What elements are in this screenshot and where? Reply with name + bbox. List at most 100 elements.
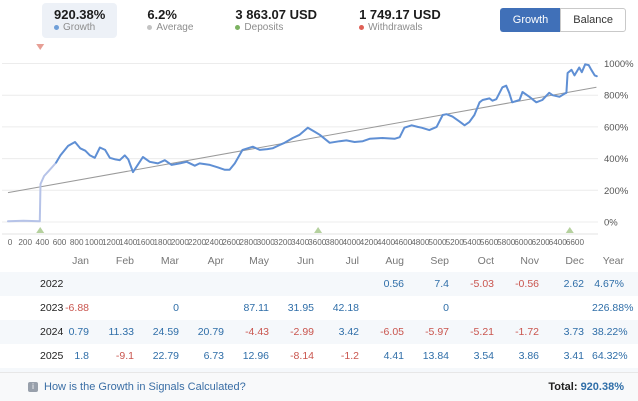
month-cell-2024-nov: -1.72 xyxy=(502,320,547,344)
month-cell-2025-jul: -1.2 xyxy=(322,344,367,368)
stat-growth[interactable]: 920.38% Growth xyxy=(42,3,117,38)
month-cell-2024-jul: 3.42 xyxy=(322,320,367,344)
month-cell-2025-oct: 3.54 xyxy=(457,344,502,368)
withdrawals-dot-icon xyxy=(359,25,364,30)
month-cell-2024-feb: 11.33 xyxy=(97,320,142,344)
stat-deposits[interactable]: 3 863.07 USD Deposits xyxy=(223,3,329,38)
month-cell-2023-may: 87.11 xyxy=(232,296,277,320)
info-icon: i xyxy=(28,382,38,392)
x-tick-label: 2200 xyxy=(188,238,207,247)
x-tick-label: 0 xyxy=(8,238,13,247)
month-cell-2025-apr: 6.73 xyxy=(187,344,232,368)
month-cell-2025-aug: 4.41 xyxy=(367,344,412,368)
month-cell-2023-feb xyxy=(97,296,142,320)
month-cell-2023-oct xyxy=(457,296,502,320)
x-tick-label: 4600 xyxy=(394,238,413,247)
year-total-cell-2024: 38.22% xyxy=(592,320,638,344)
x-tick-label: 200 xyxy=(18,238,32,247)
year-cell: 2022 xyxy=(0,272,52,296)
year-total-cell-2022: 4.67% xyxy=(592,272,638,296)
table-row-2022: 20220.567.4-5.03-0.562.624.67% xyxy=(0,272,638,296)
x-tick-label: 5000 xyxy=(428,238,447,247)
x-tick-label: 6400 xyxy=(549,238,568,247)
y-tick-label: 1000% xyxy=(604,59,634,70)
total-label: Total: xyxy=(548,381,577,393)
month-cell-2024-sep: -5.97 xyxy=(412,320,457,344)
year-cell: 2023 xyxy=(0,296,52,320)
x-tick-label: 4000 xyxy=(342,238,361,247)
month-cell-2022-feb xyxy=(97,272,142,296)
month-cell-2023-dec xyxy=(547,296,592,320)
x-tick-label: 800 xyxy=(70,238,84,247)
year-total-cell-2023: 226.88% xyxy=(592,296,638,320)
y-tick-label: 600% xyxy=(604,122,629,133)
column-header-dec: Dec xyxy=(547,250,592,272)
month-cell-2022-aug: 0.56 xyxy=(367,272,412,296)
month-cell-2024-mar: 24.59 xyxy=(142,320,187,344)
month-cell-2025-sep: 13.84 xyxy=(412,344,457,368)
x-tick-label: 1600 xyxy=(136,238,155,247)
column-header-sep: Sep xyxy=(412,250,457,272)
chart-mode-toggle: Growth Balance xyxy=(500,8,626,32)
x-tick-label: 1400 xyxy=(119,238,138,247)
x-tick-label: 5600 xyxy=(480,238,499,247)
average-value: 6.2% xyxy=(147,7,193,22)
stat-average[interactable]: 6.2% Average xyxy=(135,3,205,38)
deposit-marker-icon[interactable] xyxy=(566,227,574,233)
x-tick-label: 2400 xyxy=(205,238,224,247)
month-cell-2022-jul xyxy=(322,272,367,296)
withdrawal-marker-icon[interactable] xyxy=(36,44,44,50)
month-cell-2023-mar: 0 xyxy=(142,296,187,320)
month-cell-2024-apr: 20.79 xyxy=(187,320,232,344)
footer-bar: i How is the Growth in Signals Calculate… xyxy=(0,372,638,401)
month-cell-2023-aug xyxy=(367,296,412,320)
average-dot-icon xyxy=(147,25,152,30)
month-cell-2022-apr xyxy=(187,272,232,296)
x-tick-label: 4400 xyxy=(377,238,396,247)
month-cell-2022-jun xyxy=(277,272,322,296)
table-row-2024: 20240.7911.3324.5920.79-4.43-2.993.42-6.… xyxy=(0,320,638,344)
growth-help-link[interactable]: i How is the Growth in Signals Calculate… xyxy=(28,381,246,393)
month-cell-2025-may: 12.96 xyxy=(232,344,277,368)
year-column-header xyxy=(0,250,52,272)
x-tick-label: 3600 xyxy=(308,238,327,247)
growth-help-link-label: How is the Growth in Signals Calculated? xyxy=(44,381,246,393)
total-summary: Total: 920.38% xyxy=(548,381,624,393)
stats-header: 920.38% Growth 6.2% Average 3 863.07 USD… xyxy=(0,0,638,40)
deposit-marker-icon[interactable] xyxy=(36,227,44,233)
x-tick-label: 2800 xyxy=(239,238,258,247)
year-cell: 2025 xyxy=(0,344,52,368)
column-header-aug: Aug xyxy=(367,250,412,272)
column-header-may: May xyxy=(232,250,277,272)
month-cell-2024-jun: -2.99 xyxy=(277,320,322,344)
x-tick-label: 1000 xyxy=(85,238,104,247)
month-cell-2024-oct: -5.21 xyxy=(457,320,502,344)
x-tick-label: 6200 xyxy=(531,238,550,247)
month-cell-2023-nov xyxy=(502,296,547,320)
stat-withdrawals[interactable]: 1 749.17 USD Withdrawals xyxy=(347,3,453,38)
withdrawals-label: Withdrawals xyxy=(368,22,422,34)
month-cell-2025-nov: 3.86 xyxy=(502,344,547,368)
x-tick-label: 3800 xyxy=(325,238,344,247)
growth-chart-area[interactable]: 0%200%400%600%800%1000%02004006008001000… xyxy=(0,40,638,250)
growth-dot-icon xyxy=(54,25,59,30)
stats-strip: 920.38% Growth 6.2% Average 3 863.07 USD… xyxy=(42,3,453,38)
month-cell-2022-sep: 7.4 xyxy=(412,272,457,296)
balance-tab-button[interactable]: Balance xyxy=(560,8,626,32)
column-header-apr: Apr xyxy=(187,250,232,272)
growth-value: 920.38% xyxy=(54,7,105,22)
monthly-returns-table: JanFebMarAprMayJunJulAugSepOctNovDecYear… xyxy=(0,250,638,392)
column-header-nov: Nov xyxy=(502,250,547,272)
deposits-dot-icon xyxy=(235,25,240,30)
column-header-year: Year xyxy=(592,250,638,272)
growth-chart[interactable]: 0%200%400%600%800%1000%02004006008001000… xyxy=(0,40,638,250)
month-cell-2022-mar xyxy=(142,272,187,296)
y-tick-label: 400% xyxy=(604,154,629,165)
growth-tab-button[interactable]: Growth xyxy=(500,8,560,32)
x-tick-label: 5800 xyxy=(497,238,516,247)
deposit-marker-icon[interactable] xyxy=(314,227,322,233)
month-cell-2022-dec: 2.62 xyxy=(547,272,592,296)
monthly-returns-section: JanFebMarAprMayJunJulAugSepOctNovDecYear… xyxy=(0,250,638,392)
month-cell-2023-apr xyxy=(187,296,232,320)
month-cell-2022-oct: -5.03 xyxy=(457,272,502,296)
